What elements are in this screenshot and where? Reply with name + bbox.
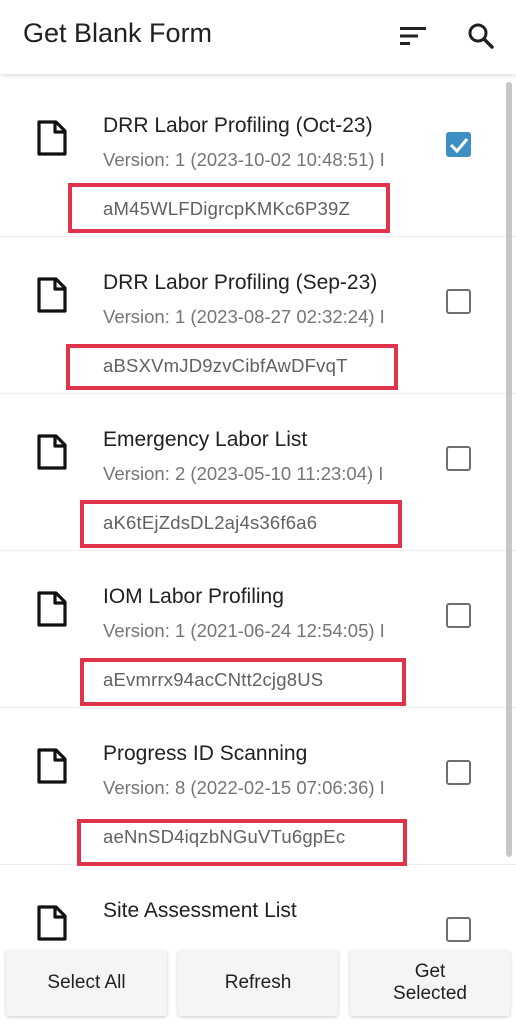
form-row[interactable]: IOM Labor Profiling Version: 1 (2021-06-… [0, 551, 516, 708]
form-row[interactable]: Site Assessment List [0, 865, 516, 942]
refresh-button[interactable]: Refresh [178, 950, 338, 1016]
form-row[interactable]: DRR Labor Profiling (Oct-23) Version: 1 … [0, 80, 516, 237]
form-checkbox[interactable] [446, 603, 471, 628]
select-all-button[interactable]: Select All [6, 950, 167, 1016]
scrollbar[interactable] [506, 82, 512, 857]
highlight-box [77, 819, 407, 866]
form-version: Version: 2 (2023-05-10 11:23:04) ID: [103, 463, 384, 490]
form-checkbox[interactable] [446, 760, 471, 785]
form-checkbox[interactable] [446, 446, 471, 471]
document-icon [37, 591, 67, 627]
get-selected-label: Get Selected [393, 961, 467, 1004]
form-title: Site Assessment List [103, 899, 297, 922]
checkmark-icon [449, 138, 469, 154]
get-blank-form-screen: Get Blank Form DRR Labor Profiling (Oct-… [0, 0, 516, 1024]
search-button[interactable] [459, 14, 503, 58]
search-icon [468, 23, 494, 49]
document-icon [37, 120, 67, 156]
get-selected-button[interactable]: Get Selected [350, 950, 510, 1016]
highlight-box [66, 344, 398, 390]
page-title: Get Blank Form [23, 18, 213, 48]
document-icon [37, 434, 67, 470]
form-row[interactable]: DRR Labor Profiling (Sep-23) Version: 1 … [0, 237, 516, 394]
form-version: Version: 1 (2023-10-02 10:48:51) ID: [103, 149, 385, 176]
form-title: Progress ID Scanning [103, 742, 308, 765]
highlight-box [80, 658, 406, 706]
form-title: Emergency Labor List [103, 428, 308, 451]
document-icon [37, 748, 67, 784]
form-row[interactable]: Progress ID Scanning Version: 8 (2022-02… [0, 708, 516, 866]
document-icon [37, 905, 67, 941]
form-title: IOM Labor Profiling [103, 585, 284, 608]
document-icon [37, 277, 67, 313]
highlight-box [80, 500, 402, 548]
sort-button[interactable] [391, 14, 435, 58]
form-version: Version: 1 (2023-08-27 02:32:24) ID: [103, 306, 385, 333]
form-checkbox[interactable] [446, 132, 471, 157]
form-version: Version: 1 (2021-06-24 12:54:05) ID: [103, 620, 385, 647]
sort-icon [400, 27, 426, 45]
form-title: DRR Labor Profiling (Oct-23) [103, 114, 373, 137]
form-checkbox[interactable] [446, 289, 471, 314]
form-title: DRR Labor Profiling (Sep-23) [103, 271, 378, 294]
highlight-box [68, 183, 390, 233]
form-list[interactable]: DRR Labor Profiling (Oct-23) Version: 1 … [0, 80, 516, 942]
bottom-button-bar: Select All Refresh Get Selected [0, 942, 516, 1024]
app-bar: Get Blank Form [0, 0, 516, 74]
form-row[interactable]: Emergency Labor List Version: 2 (2023-05… [0, 394, 516, 551]
form-checkbox[interactable] [446, 917, 471, 942]
form-version: Version: 8 (2022-02-15 07:06:36) ID: [103, 777, 385, 804]
